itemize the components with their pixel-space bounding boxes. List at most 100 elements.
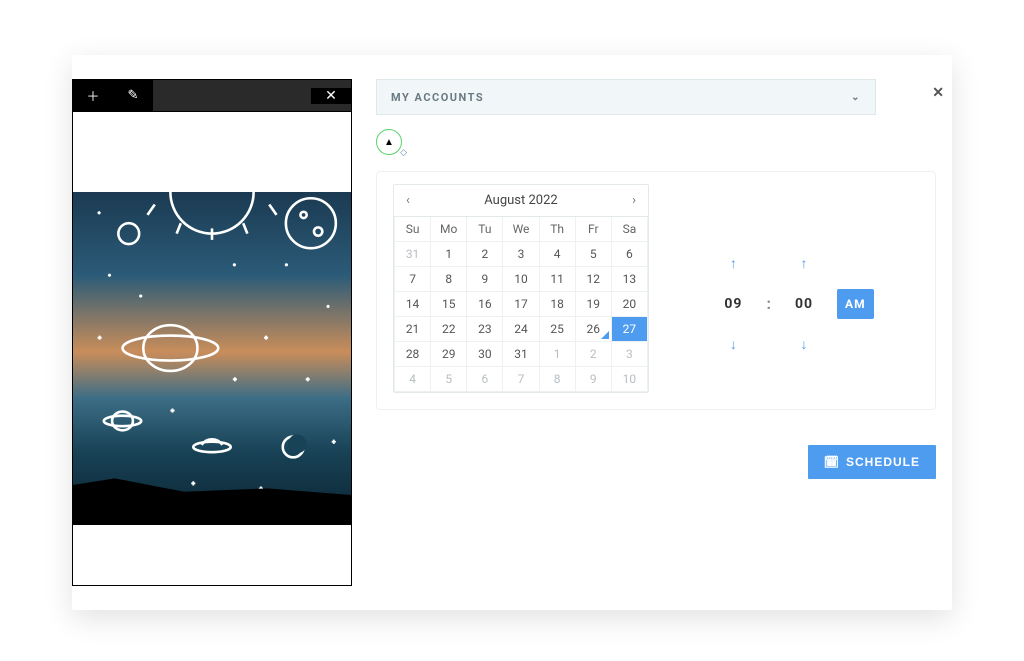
arrow-up-icon: ↑ [801,256,808,272]
calendar-dow-cell: Fr [575,217,611,242]
story-preview-column: ＋ ✎ ✕ [72,55,352,610]
schedule-button-label: SCHEDULE [846,455,920,469]
minute-down-button[interactable]: ↓ [801,336,808,353]
calendar-day-cell[interactable]: 1 [431,242,467,267]
calendar-title[interactable]: August 2022 [484,193,557,208]
calendar-dow-cell: We [503,217,539,242]
calendar-grid: SuMoTuWeThFrSa 3112345678910111213141516… [394,217,648,392]
arrow-down-icon: ↓ [801,337,808,353]
calendar-dow-cell: Su [395,217,431,242]
time-picker: ↑ 09 ↓ : ↑ 00 ↓ ↑ AM ↓ [649,184,919,393]
hour-value[interactable]: 09 [724,296,742,312]
calendar-day-cell[interactable]: 9 [575,367,611,392]
calendar-day-cell[interactable]: 13 [611,267,647,292]
calendar-day-cell[interactable]: 10 [503,267,539,292]
calendar-week-row: 78910111213 [395,267,648,292]
calendar-day-cell[interactable]: 1 [539,342,575,367]
close-modal-button[interactable]: ✕ [932,85,944,101]
story-image[interactable] [73,192,351,525]
calendar-day-cell[interactable]: 20 [611,292,647,317]
calendar-day-cell[interactable]: 28 [395,342,431,367]
close-icon: ✕ [932,85,944,101]
calendar-day-cell[interactable]: 7 [395,267,431,292]
calendar-day-cell[interactable]: 15 [431,292,467,317]
calendar-dow-cell: Tu [467,217,503,242]
minute-value[interactable]: 00 [795,296,813,312]
chevron-left-icon: ‹ [406,193,410,208]
calendar-day-cell[interactable]: 18 [539,292,575,317]
calendar-day-cell[interactable]: 3 [503,242,539,267]
calendar-day-cell[interactable]: 25 [539,317,575,342]
calendar-day-cell[interactable]: 23 [467,317,503,342]
calendar-day-cell[interactable]: 17 [503,292,539,317]
remove-media-button[interactable]: ✕ [311,88,351,104]
calendar-day-cell[interactable]: 3 [611,342,647,367]
avatar-icon: ▲ [384,137,394,148]
calendar-day-cell[interactable]: 31 [503,342,539,367]
arrow-down-icon: ↓ [730,337,737,353]
calendar-dow-row: SuMoTuWeThFrSa [395,217,648,242]
calendar-day-cell[interactable]: 31 [395,242,431,267]
calendar-day-cell[interactable]: 4 [539,242,575,267]
story-preview-frame [72,111,352,586]
calendar-day-cell[interactable]: 22 [431,317,467,342]
minute-up-button[interactable]: ↑ [801,255,808,272]
time-colon: : [766,294,771,313]
chevron-right-icon: › [632,193,636,208]
plus-icon: ＋ [86,86,99,105]
hour-down-button[interactable]: ↓ [730,336,737,353]
schedule-modal: ＋ ✎ ✕ [72,55,952,610]
calendar-day-cell[interactable]: 14 [395,292,431,317]
calendar-week-row: 21222324252627 [395,317,648,342]
preview-bottom-padding [73,525,351,585]
calendar-week-row: 45678910 [395,367,648,392]
schedule-button[interactable]: 🗓 SCHEDULE [808,445,936,479]
calendar-day-cell[interactable]: 30 [467,342,503,367]
my-accounts-dropdown[interactable]: MY ACCOUNTS ⌄ [376,79,876,115]
account-avatar[interactable]: ▲ ◇ [376,129,402,155]
calendar-dow-cell: Sa [611,217,647,242]
calendar-day-cell[interactable]: 2 [467,242,503,267]
ampm-column: ↑ AM ↓ [837,248,874,360]
calendar-next-button[interactable]: › [628,191,640,210]
calendar-week-row: 28293031123 [395,342,648,367]
close-icon: ✕ [325,88,337,104]
ampm-toggle[interactable]: AM [837,289,874,319]
preview-top-padding [73,112,351,192]
calendar-day-cell[interactable]: 5 [575,242,611,267]
edit-media-button[interactable]: ✎ [113,80,153,112]
calendar-day-cell[interactable]: 8 [539,367,575,392]
calendar-day-cell[interactable]: 26 [575,317,611,342]
add-media-button[interactable]: ＋ [73,80,113,112]
calendar-day-cell[interactable]: 9 [467,267,503,292]
calendar-day-cell[interactable]: 27 [611,317,647,342]
minute-column: ↑ 00 ↓ [795,255,813,353]
calendar-day-cell[interactable]: 21 [395,317,431,342]
calendar-day-cell[interactable]: 4 [395,367,431,392]
calendar-day-cell[interactable]: 29 [431,342,467,367]
calendar-day-cell[interactable]: 7 [503,367,539,392]
calendar-dow-cell: Th [539,217,575,242]
calendar-day-cell[interactable]: 16 [467,292,503,317]
calendar-day-cell[interactable]: 11 [539,267,575,292]
calendar-day-cell[interactable]: 2 [575,342,611,367]
calendar-day-cell[interactable]: 12 [575,267,611,292]
calendar: ‹ August 2022 › SuMoTuWeThFrSa 311234567… [393,184,649,393]
preview-toolbar: ＋ ✎ ✕ [72,79,352,111]
calendar-icon: 🗓 [824,455,840,469]
calendar-day-cell[interactable]: 6 [467,367,503,392]
calendar-day-cell[interactable]: 24 [503,317,539,342]
chevron-down-icon: ⌄ [851,92,861,103]
hour-up-button[interactable]: ↑ [730,255,737,272]
calendar-dow-cell: Mo [431,217,467,242]
calendar-week-row: 31123456 [395,242,648,267]
pencil-icon: ✎ [128,88,139,103]
schedule-settings-column: ✕ MY ACCOUNTS ⌄ ▲ ◇ ‹ August 2022 › SuMo… [352,55,960,610]
calendar-day-cell[interactable]: 6 [611,242,647,267]
calendar-day-cell[interactable]: 5 [431,367,467,392]
calendar-prev-button[interactable]: ‹ [402,191,414,210]
arrow-up-icon: ↑ [730,256,737,272]
calendar-day-cell[interactable]: 10 [611,367,647,392]
calendar-day-cell[interactable]: 19 [575,292,611,317]
calendar-day-cell[interactable]: 8 [431,267,467,292]
